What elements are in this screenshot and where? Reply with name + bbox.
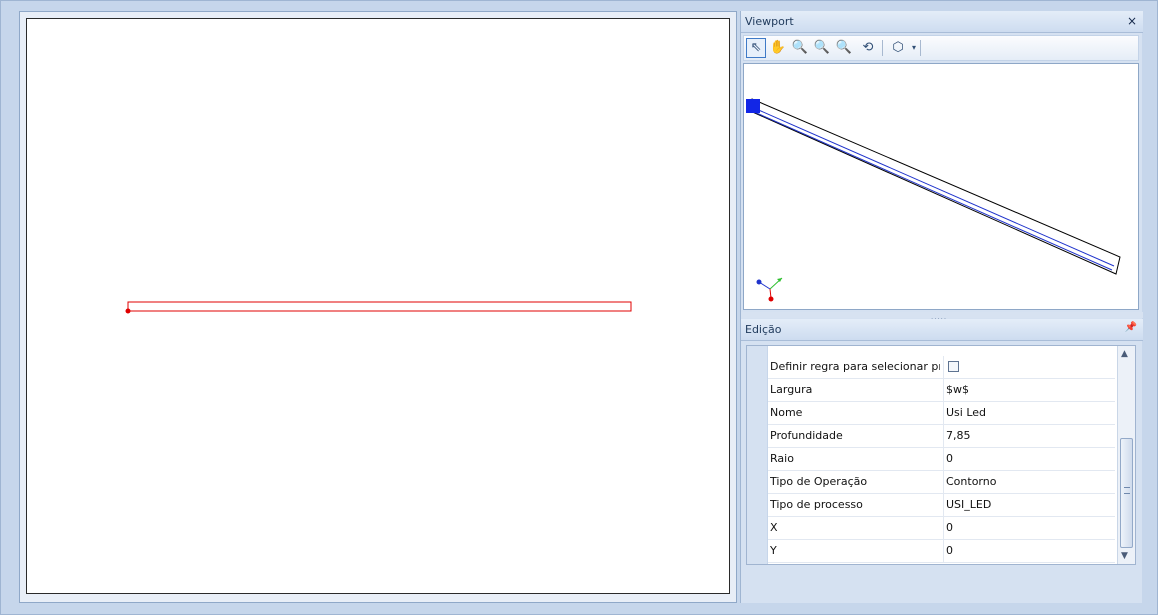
column-divider [943, 540, 944, 563]
viewport-3d-area[interactable] [743, 63, 1139, 310]
property-name: Tipo de processo [770, 498, 863, 511]
property-value[interactable]: 0 [946, 521, 953, 534]
axis-z-dot [756, 279, 762, 285]
property-row[interactable]: Nome Usi Led [768, 402, 1115, 425]
property-value[interactable]: 0 [946, 544, 953, 557]
scrollbar-thumb[interactable] [1120, 438, 1133, 548]
close-icon[interactable]: × [1127, 14, 1137, 28]
property-name: Definir regra para selecionar pro... [770, 360, 940, 373]
zoom-extents-icon[interactable]: 🔍 [790, 38, 810, 58]
beam-inner-line [753, 107, 1115, 267]
pane-splitter[interactable]: ..... [741, 312, 1143, 321]
property-name: Y [770, 544, 777, 557]
property-grid: Definir regra para selecionar pro... Lar… [746, 345, 1136, 565]
column-divider [943, 448, 944, 471]
led-rectangle[interactable] [127, 301, 632, 312]
zoom-icon[interactable]: 🔍 [834, 38, 854, 58]
property-name: Nome [770, 406, 803, 419]
pin-icon[interactable]: 📌 [1125, 322, 1137, 333]
right-pane: Viewport × ⇖ ✋ 🔍 🔍 🔍 ⟲ ⬡ ▾ ..... Edição … [740, 11, 1143, 603]
viewport-svg [746, 98, 1121, 302]
scrollbar-grip [1124, 487, 1130, 494]
property-name: Largura [770, 383, 813, 396]
edicao-header: Edição 📌 [741, 319, 1143, 341]
origin-point[interactable] [125, 308, 131, 314]
zoom-window-icon[interactable]: 🔍 [812, 38, 832, 58]
property-value[interactable]: Usi Led [946, 406, 986, 419]
property-grid-gutter [747, 346, 768, 564]
axis-x-dot [768, 296, 774, 302]
property-name: X [770, 521, 778, 534]
drawing-area-frame [19, 11, 737, 603]
property-value[interactable]: 7,85 [946, 429, 971, 442]
property-name: Raio [770, 452, 794, 465]
edicao-title: Edição [745, 323, 782, 336]
property-row[interactable]: Profundidade 7,85 [768, 425, 1115, 448]
property-row[interactable]: Y 0 [768, 540, 1115, 563]
property-row[interactable]: Definir regra para selecionar pro... [768, 356, 1115, 379]
vertical-scrollbar[interactable]: ▲ ▼ [1117, 346, 1135, 564]
property-value[interactable]: USI_LED [946, 498, 991, 511]
property-row[interactable]: Tipo de Operação Contorno [768, 471, 1115, 494]
beam-inner-line [751, 110, 1113, 271]
property-checkbox[interactable] [948, 361, 959, 372]
chevron-down-icon[interactable]: ▾ [904, 38, 924, 58]
column-divider [943, 425, 944, 448]
property-row[interactable]: Largura $w$ [768, 379, 1115, 402]
property-name: Tipo de Operação [770, 475, 868, 488]
select-tool-icon[interactable]: ⇖ [746, 38, 766, 58]
toolbar-separator [882, 40, 883, 56]
property-row[interactable]: Raio 0 [768, 448, 1115, 471]
column-divider [943, 471, 944, 494]
viewport-header: Viewport × [741, 11, 1143, 33]
scroll-up-icon[interactable]: ▲ [1121, 349, 1128, 359]
property-value[interactable]: 0 [946, 452, 953, 465]
orbit-icon[interactable]: ⟲ [858, 38, 878, 58]
viewport-toolbar: ⇖ ✋ 🔍 🔍 🔍 ⟲ ⬡ ▾ [743, 35, 1139, 61]
column-divider [943, 379, 944, 402]
property-value[interactable]: $w$ [946, 383, 969, 396]
column-divider [943, 494, 944, 517]
pan-tool-icon[interactable]: ✋ [768, 38, 788, 58]
selected-endpoint-marker[interactable] [746, 99, 760, 113]
column-divider [943, 517, 944, 540]
drawing-svg [125, 301, 632, 314]
property-value[interactable]: Contorno [946, 475, 996, 488]
column-divider [943, 402, 944, 425]
property-name: Profundidade [770, 429, 843, 442]
toolbar-separator [920, 40, 921, 56]
drawing-canvas[interactable] [26, 18, 730, 594]
cad-application: Viewport × ⇖ ✋ 🔍 🔍 🔍 ⟲ ⬡ ▾ ..... Edição … [0, 0, 1158, 615]
scroll-down-icon[interactable]: ▼ [1121, 551, 1128, 561]
viewport-title: Viewport [745, 15, 794, 28]
column-divider [943, 356, 944, 379]
property-list: Definir regra para selecionar pro... Lar… [768, 356, 1115, 563]
property-row[interactable]: Tipo de processo USI_LED [768, 494, 1115, 517]
property-row[interactable]: X 0 [768, 517, 1115, 540]
